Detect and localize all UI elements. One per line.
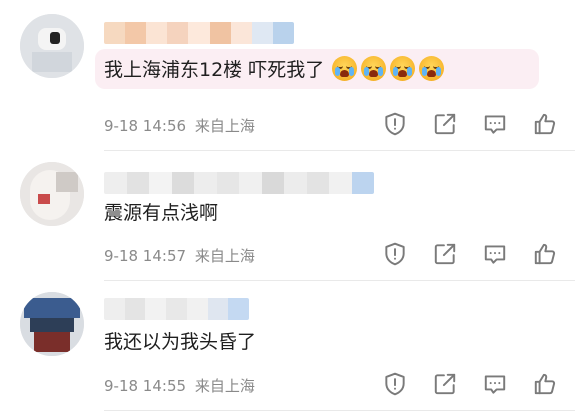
report-button[interactable] xyxy=(378,239,412,269)
username-blurred[interactable] xyxy=(104,172,374,194)
like-button[interactable] xyxy=(528,239,562,269)
avatar[interactable] xyxy=(20,162,84,226)
comment-actions xyxy=(378,369,562,399)
share-button[interactable] xyxy=(428,109,462,139)
report-button[interactable] xyxy=(378,369,412,399)
comment-icon xyxy=(484,115,506,134)
like-button[interactable] xyxy=(528,369,562,399)
share-button[interactable] xyxy=(428,239,462,269)
reply-button[interactable] xyxy=(478,109,512,139)
comment-text-content: 震源有点浅啊 xyxy=(104,202,219,224)
like-button[interactable] xyxy=(528,109,562,139)
comment-item-1: 我上海浦东12楼 吓死我了 9-18 14:56 来自上海 xyxy=(0,0,575,151)
comment-icon xyxy=(484,245,506,264)
comment-item-2: 震源有点浅啊 9-18 14:57 来自上海 xyxy=(0,150,575,281)
avatar[interactable] xyxy=(20,292,84,356)
comment-date: 9-18 14:55 xyxy=(104,377,187,395)
share-button[interactable] xyxy=(428,369,462,399)
comment-meta: 9-18 14:55 来自上海 xyxy=(104,375,255,396)
reply-button[interactable] xyxy=(478,239,512,269)
report-icon xyxy=(385,112,405,136)
comment-source: 来自上海 xyxy=(194,377,255,395)
like-icon xyxy=(534,243,556,265)
comment-item-3: 我还以为我头昏了 9-18 14:55 来自上海 xyxy=(0,280,575,413)
report-icon xyxy=(385,242,405,266)
comment-meta: 9-18 14:56 来自上海 xyxy=(104,115,255,136)
avatar[interactable] xyxy=(20,14,84,78)
share-icon xyxy=(434,243,456,265)
comment-source: 来自上海 xyxy=(194,117,255,135)
comment-text-content: 我还以为我头昏了 xyxy=(104,331,257,353)
divider xyxy=(104,410,575,411)
comment-icon xyxy=(484,375,506,394)
like-icon xyxy=(534,373,556,395)
comment-text: 震源有点浅啊 xyxy=(104,200,218,226)
comment-date: 9-18 14:57 xyxy=(104,247,187,265)
comment-text: 我还以为我头昏了 xyxy=(104,329,256,355)
crying-face-emoji xyxy=(419,56,445,81)
username-blurred[interactable] xyxy=(104,298,249,320)
crying-face-emoji xyxy=(390,56,416,81)
report-icon xyxy=(385,372,405,396)
comment-actions xyxy=(378,109,562,139)
comment-actions xyxy=(378,239,562,269)
share-icon xyxy=(434,113,456,135)
comment-text: 我上海浦东12楼 吓死我了 xyxy=(104,56,445,83)
comment-text-content: 我上海浦东12楼 吓死我了 xyxy=(104,59,325,81)
emoji-group xyxy=(332,56,445,81)
like-icon xyxy=(534,113,556,135)
comment-source: 来自上海 xyxy=(194,247,255,265)
crying-face-emoji xyxy=(361,56,387,81)
comment-date: 9-18 14:56 xyxy=(104,117,187,135)
crying-face-emoji xyxy=(332,56,358,81)
comment-meta: 9-18 14:57 来自上海 xyxy=(104,245,255,266)
reply-button[interactable] xyxy=(478,369,512,399)
username-blurred[interactable] xyxy=(104,22,294,44)
report-button[interactable] xyxy=(378,109,412,139)
share-icon xyxy=(434,373,456,395)
